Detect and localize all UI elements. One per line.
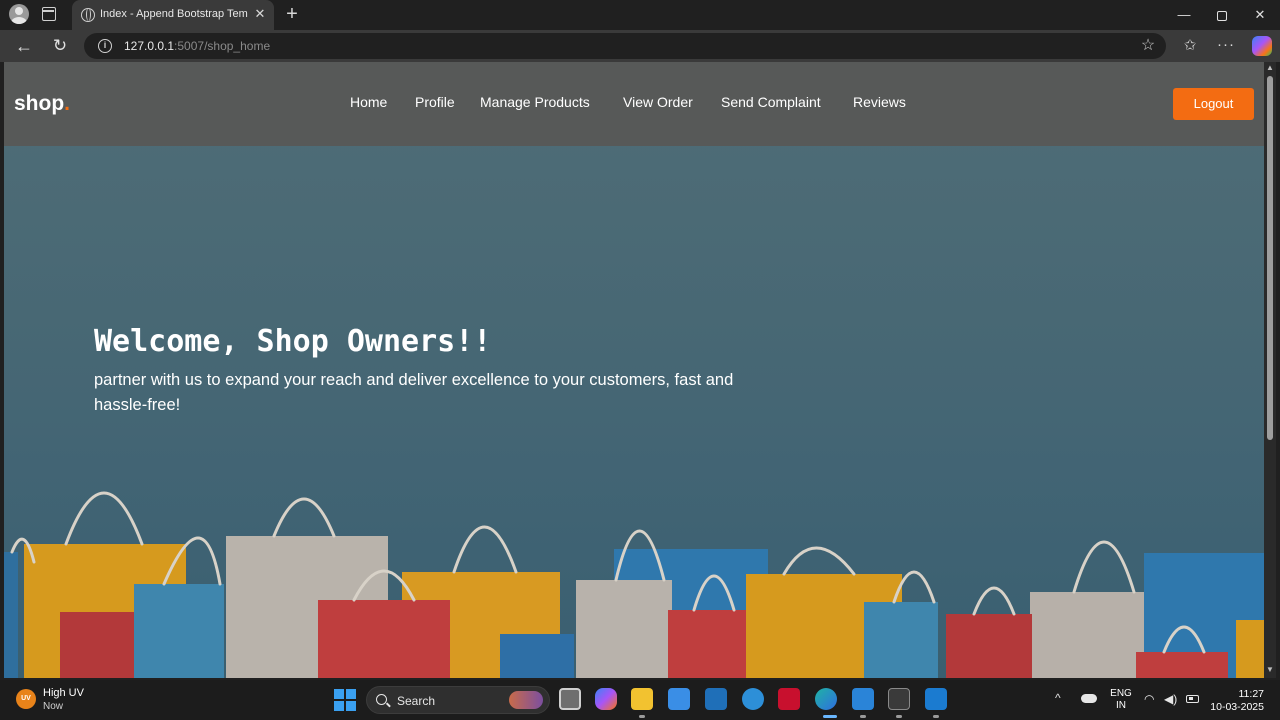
more-options-icon[interactable]: ··· (1216, 34, 1236, 58)
running-indicator (896, 715, 902, 718)
nav-link-manage-products[interactable]: Manage Products (480, 94, 590, 110)
search-icon (376, 694, 387, 705)
site-info-icon[interactable]: i (98, 39, 112, 53)
nav-link-home[interactable]: Home (350, 94, 387, 110)
mcafee-icon[interactable] (778, 688, 800, 710)
browser-tab-bar: Index - Append Bootstrap Templa ✕ + — ✕ (0, 0, 1280, 30)
lang-code: ENG (1110, 688, 1132, 699)
nav-link-reviews[interactable]: Reviews (853, 94, 906, 110)
windows-taskbar: UV High UV Now Search ^ ENG IN ◠ ◀) 11:27… (0, 680, 1280, 720)
minimize-button[interactable]: — (1164, 0, 1204, 30)
wifi-icon[interactable]: ◠ (1144, 692, 1154, 706)
new-tab-button[interactable]: + (282, 4, 302, 24)
address-bar[interactable]: i 127.0.0.1:5007/shop_home ☆ (84, 33, 1166, 59)
reload-icon[interactable]: ↻ (48, 34, 72, 58)
nav-link-send-complaint[interactable]: Send Complaint (721, 94, 821, 110)
page-scrollbar[interactable]: ▲ ▼ (1264, 62, 1276, 678)
browser-tab[interactable]: Index - Append Bootstrap Templa ✕ (72, 0, 274, 30)
task-view-icon[interactable] (559, 688, 581, 710)
browser-app-icon[interactable] (742, 688, 764, 710)
site-logo[interactable]: shop. (14, 92, 70, 116)
tab-close-button[interactable]: ✕ (252, 6, 268, 22)
search-highlight-icon (509, 691, 543, 709)
edge-icon[interactable] (815, 688, 837, 710)
favorites-icon[interactable]: ✩ (1180, 34, 1200, 58)
hero-subtitle: partner with us to expand your reach and… (94, 371, 734, 414)
windows-start-icon[interactable] (334, 689, 356, 711)
logo-dot: . (64, 92, 71, 115)
taskbar-search[interactable]: Search (366, 686, 550, 714)
active-indicator (823, 715, 837, 718)
window-close-button[interactable]: ✕ (1240, 0, 1280, 30)
copilot-icon[interactable] (1252, 36, 1272, 56)
profile-avatar-icon[interactable] (9, 4, 29, 24)
clock-time[interactable]: 11:27 (1212, 688, 1265, 700)
volume-icon[interactable]: ◀) (1164, 692, 1177, 706)
tray-overflow-icon[interactable]: ^ (1055, 691, 1061, 705)
favorite-star-icon[interactable]: ☆ (1138, 36, 1158, 56)
maximize-button[interactable] (1202, 0, 1242, 30)
scroll-down-arrow-icon[interactable]: ▼ (1266, 666, 1274, 674)
weather-subtitle: Now (43, 701, 64, 712)
search-label: Search (397, 694, 436, 708)
nav-link-view-order[interactable]: View Order (623, 94, 693, 110)
logo-text: shop (14, 92, 65, 115)
vscode-icon[interactable] (925, 688, 947, 710)
microsoft-store-icon[interactable] (668, 688, 690, 710)
clock-date[interactable]: 10-03-2025 (1206, 701, 1264, 713)
running-indicator (860, 715, 866, 718)
weather-title[interactable]: High UV (43, 687, 84, 699)
battery-icon[interactable] (1186, 695, 1199, 703)
tab-title: Index - Append Bootstrap Templa (100, 8, 248, 20)
url-text: 127.0.0.1:5007/shop_home (124, 39, 270, 53)
logout-button[interactable]: Logout (1173, 88, 1254, 120)
mysql-app-icon[interactable] (705, 688, 727, 710)
back-arrow-icon[interactable]: ← (12, 34, 36, 58)
site-navbar: shop. Home Profile Manage Products View … (4, 62, 1264, 146)
input-language[interactable]: ENG IN (1108, 688, 1134, 712)
maximize-icon (1217, 10, 1227, 21)
globe-icon (81, 8, 95, 22)
page-viewport: shop. Home Profile Manage Products View … (4, 62, 1264, 678)
nav-link-profile[interactable]: Profile (415, 94, 455, 110)
weather-uv-icon[interactable]: UV (16, 689, 36, 709)
running-indicator (639, 715, 645, 718)
browser-toolbar: ← ↻ i 127.0.0.1:5007/shop_home ☆ ✩ ··· (0, 30, 1280, 62)
scroll-up-arrow-icon[interactable]: ▲ (1266, 64, 1274, 72)
file-explorer-icon[interactable] (631, 688, 653, 710)
tab-actions-icon[interactable] (42, 7, 56, 21)
hero-title: Welcome, Shop Owners!! (94, 324, 492, 359)
scroll-thumb[interactable] (1267, 76, 1273, 440)
lang-region: IN (1116, 700, 1126, 711)
url-host: 127.0.0.1 (124, 39, 175, 53)
azure-data-studio-icon[interactable] (852, 688, 874, 710)
terminal-icon[interactable] (888, 688, 910, 710)
running-indicator (933, 715, 939, 718)
onedrive-cloud-icon[interactable] (1081, 694, 1097, 703)
url-path: :5007/shop_home (174, 39, 271, 53)
copilot-app-icon[interactable] (595, 688, 617, 710)
